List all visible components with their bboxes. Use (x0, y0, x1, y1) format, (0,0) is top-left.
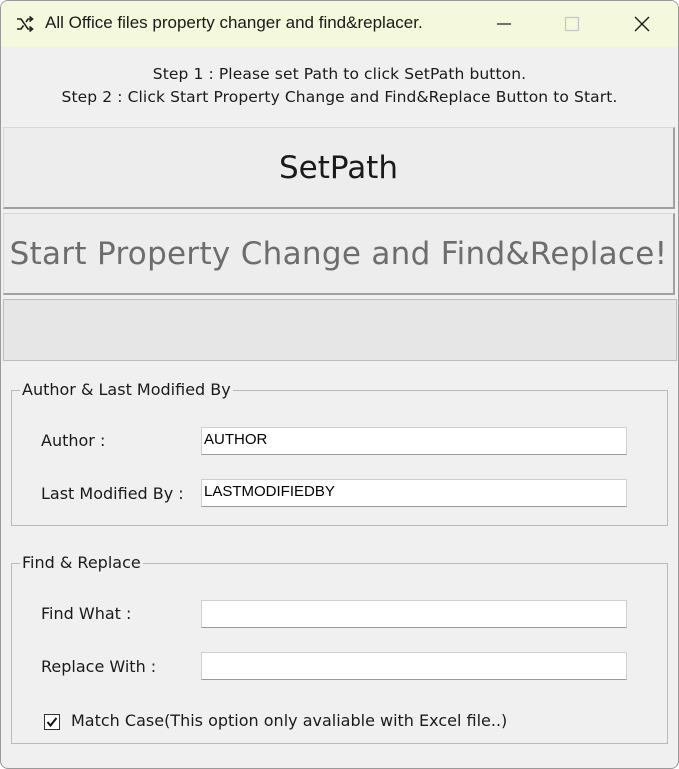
replace-label: Replace With : (41, 657, 157, 676)
match-case-label[interactable]: Match Case(This option only avaliable wi… (71, 711, 507, 730)
last-modified-label: Last Modified By : (41, 484, 184, 503)
author-label: Author : (41, 431, 106, 450)
last-modified-input[interactable]: LASTMODIFIEDBY (201, 479, 627, 507)
minimize-icon (497, 23, 511, 25)
checkmark-icon (46, 717, 58, 728)
find-label: Find What : (41, 604, 132, 623)
find-replace-groupbox: Find & Replace Find What : Replace With … (11, 553, 668, 744)
maximize-button[interactable] (538, 1, 606, 47)
setpath-button[interactable]: SetPath (3, 127, 675, 209)
match-case-checkbox[interactable] (44, 714, 60, 730)
close-icon (634, 16, 650, 32)
find-group-legend: Find & Replace (20, 553, 143, 572)
title-bar[interactable]: All Office files property changer and fi… (1, 1, 678, 47)
author-input[interactable]: AUTHOR (201, 427, 627, 455)
author-group-legend: Author & Last Modified By (20, 380, 233, 399)
instruction-step-1: Step 1 : Please set Path to click SetPat… (152, 65, 527, 83)
instructions: Step 1 : Please set Path to click SetPat… (1, 63, 678, 109)
instruction-step-2: Step 2 : Click Start Property Change and… (61, 88, 618, 106)
app-window: All Office files property changer and fi… (0, 0, 679, 769)
progress-bar (3, 299, 677, 361)
minimize-button[interactable] (470, 1, 538, 47)
shuffle-icon (15, 14, 35, 34)
replace-input[interactable] (201, 652, 627, 680)
find-input[interactable] (201, 600, 627, 628)
close-button[interactable] (608, 1, 676, 47)
start-button[interactable]: Start Property Change and Find&Replace! (3, 213, 675, 295)
maximize-icon (564, 16, 580, 32)
window-title: All Office files property changer and fi… (45, 13, 423, 32)
author-groupbox: Author & Last Modified By Author : AUTHO… (11, 380, 668, 526)
